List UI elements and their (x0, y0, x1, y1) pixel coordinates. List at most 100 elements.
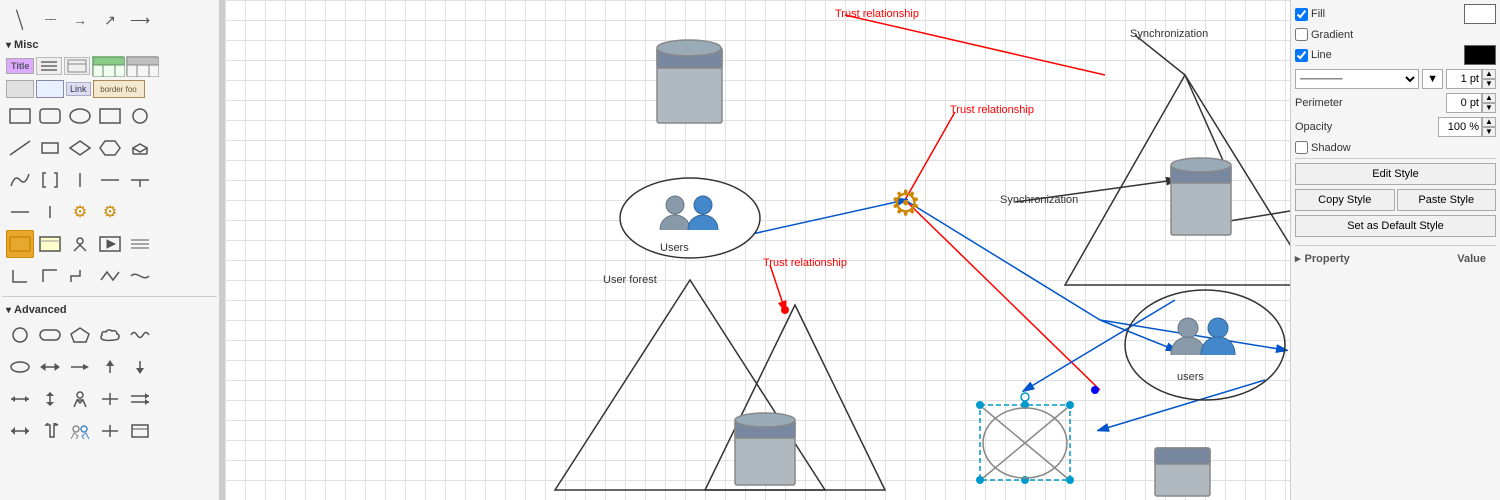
adv-shape-arrow-up[interactable] (96, 353, 124, 381)
line-style-dropdown[interactable]: ────── - - - - · · · · (1295, 69, 1419, 89)
adv-shape-arrow-r[interactable] (66, 353, 94, 381)
opacity-down[interactable]: ▼ (1482, 127, 1496, 137)
fill-color-swatch[interactable] (1464, 4, 1496, 24)
shape-rect-small[interactable] (36, 134, 64, 162)
shape-step[interactable] (66, 262, 94, 290)
table-variant1[interactable] (6, 80, 34, 98)
shape-vline[interactable] (36, 198, 64, 226)
shape-hline[interactable] (96, 166, 124, 194)
advanced-section-header[interactable]: Advanced (2, 301, 217, 319)
adv-shape-ellipse2[interactable] (6, 353, 34, 381)
table-icon-gray[interactable] (126, 56, 158, 76)
list-icon1[interactable] (36, 57, 62, 75)
shape-rect[interactable] (6, 102, 34, 130)
shape-lbracket[interactable] (6, 262, 34, 290)
adv-shape-pentagon[interactable] (66, 321, 94, 349)
shape-corner[interactable] (36, 262, 64, 290)
shape-rect2[interactable] (96, 102, 124, 130)
perimeter-input-wrap: ▲ ▼ (1446, 93, 1496, 113)
adv-shape-bi-arrow[interactable] (6, 417, 34, 445)
line-checkbox[interactable] (1295, 49, 1308, 62)
perimeter-input[interactable] (1446, 93, 1482, 113)
adv-shape-arrows-ud[interactable] (36, 385, 64, 413)
shape-gear2[interactable]: ⚙ (96, 198, 124, 226)
shape-hline2[interactable] (6, 198, 34, 226)
adv-shape-rect3[interactable] (126, 417, 154, 445)
shape-dashed[interactable]: ╌╌ (36, 6, 64, 34)
adv-shape-circle[interactable] (6, 321, 34, 349)
adv-shape-person[interactable] (66, 385, 94, 413)
line-width-input[interactable] (1446, 69, 1482, 89)
perimeter-down[interactable]: ▼ (1482, 103, 1496, 113)
line-label[interactable]: Line (1295, 49, 1332, 62)
shape-play[interactable] (96, 230, 124, 258)
shape-hexagon[interactable] (96, 134, 124, 162)
shape-film[interactable] (6, 230, 34, 258)
adv-shape-up2[interactable] (36, 417, 64, 445)
shape-note[interactable] (36, 230, 64, 258)
shadow-label[interactable]: Shadow (1295, 141, 1351, 154)
shadow-checkbox[interactable] (1295, 141, 1308, 154)
shape-line-diag[interactable] (6, 134, 34, 162)
shape-actor[interactable] (66, 230, 94, 258)
shape-diagonal1[interactable]: ╱ (0, 0, 40, 40)
shape-arrow2[interactable]: ↗ (96, 6, 124, 34)
gradient-checkbox[interactable] (1295, 28, 1308, 41)
main-canvas[interactable]: ⚙ Trust relati (225, 0, 1290, 500)
line-width-up[interactable]: ▲ (1482, 69, 1496, 79)
gradient-label[interactable]: Gradient (1295, 28, 1353, 41)
basic-shapes-row5 (2, 228, 217, 260)
title-row: Title (2, 54, 217, 78)
table-icon-green[interactable] (92, 56, 124, 76)
adv-shape-arrows2[interactable] (6, 385, 34, 413)
opacity-up[interactable]: ▲ (1482, 117, 1496, 127)
edit-style-button[interactable]: Edit Style (1295, 163, 1496, 185)
adv-shape-arrow-down[interactable] (126, 353, 154, 381)
shape-rect-rounded[interactable] (36, 102, 64, 130)
adv-shape-rect-rounded[interactable] (36, 321, 64, 349)
shape-arc[interactable] (6, 166, 34, 194)
perimeter-up[interactable]: ▲ (1482, 93, 1496, 103)
list-icon2[interactable] (64, 57, 90, 75)
shape-pipe[interactable] (66, 166, 94, 194)
opacity-label: Opacity (1295, 121, 1350, 133)
set-default-style-button[interactable]: Set as Default Style (1295, 215, 1496, 237)
adv-shape-cross2[interactable] (96, 417, 124, 445)
table-variant2[interactable] (36, 80, 64, 98)
shape-curved[interactable] (126, 262, 154, 290)
shape-bracket[interactable] (36, 166, 64, 194)
copy-style-button[interactable]: Copy Style (1295, 189, 1395, 211)
fill-label[interactable]: Fill (1295, 8, 1325, 21)
opacity-input[interactable] (1438, 117, 1482, 137)
top-shapes-row: ╱ ╌╌ → ↗ ⟶ (2, 4, 217, 36)
link-shape[interactable]: Link (66, 82, 91, 96)
shape-diamond[interactable] (66, 134, 94, 162)
line-row: Line (1295, 45, 1496, 65)
shape-tee[interactable] (126, 166, 154, 194)
adv-shape-arrows-lr[interactable] (36, 353, 64, 381)
adv-shape-wave[interactable] (126, 321, 154, 349)
shape-circle[interactable] (126, 102, 154, 130)
title-shape[interactable]: Title (6, 58, 34, 74)
shape-lines[interactable] (126, 230, 154, 258)
adv-person2[interactable] (66, 417, 94, 445)
table-variant3[interactable]: border foo (93, 80, 145, 98)
paste-style-button[interactable]: Paste Style (1397, 189, 1497, 211)
fill-checkbox[interactable] (1295, 8, 1308, 21)
line-style-btn[interactable]: ▼ (1422, 69, 1443, 89)
opacity-row: Opacity ▲ ▼ (1295, 117, 1496, 137)
misc-section-header[interactable]: Misc (2, 36, 217, 54)
shape-3d-box[interactable] (126, 134, 154, 162)
shape-arrow1[interactable]: → (66, 6, 94, 34)
line-width-down[interactable]: ▼ (1482, 79, 1496, 89)
adv-shape-cloud[interactable] (96, 321, 124, 349)
shape-gear1[interactable]: ⚙ (66, 198, 94, 226)
line-color-swatch[interactable] (1464, 45, 1496, 65)
shape-arrow3[interactable]: ⟶ (126, 6, 154, 34)
adv-shape-cross[interactable] (96, 385, 124, 413)
adv-shape-double-arrow[interactable] (126, 385, 154, 413)
shape-ellipse[interactable] (66, 102, 94, 130)
svg-text:⚙: ⚙ (890, 184, 921, 223)
shape-zigzag[interactable] (96, 262, 124, 290)
advanced-shapes-row2 (2, 351, 217, 383)
